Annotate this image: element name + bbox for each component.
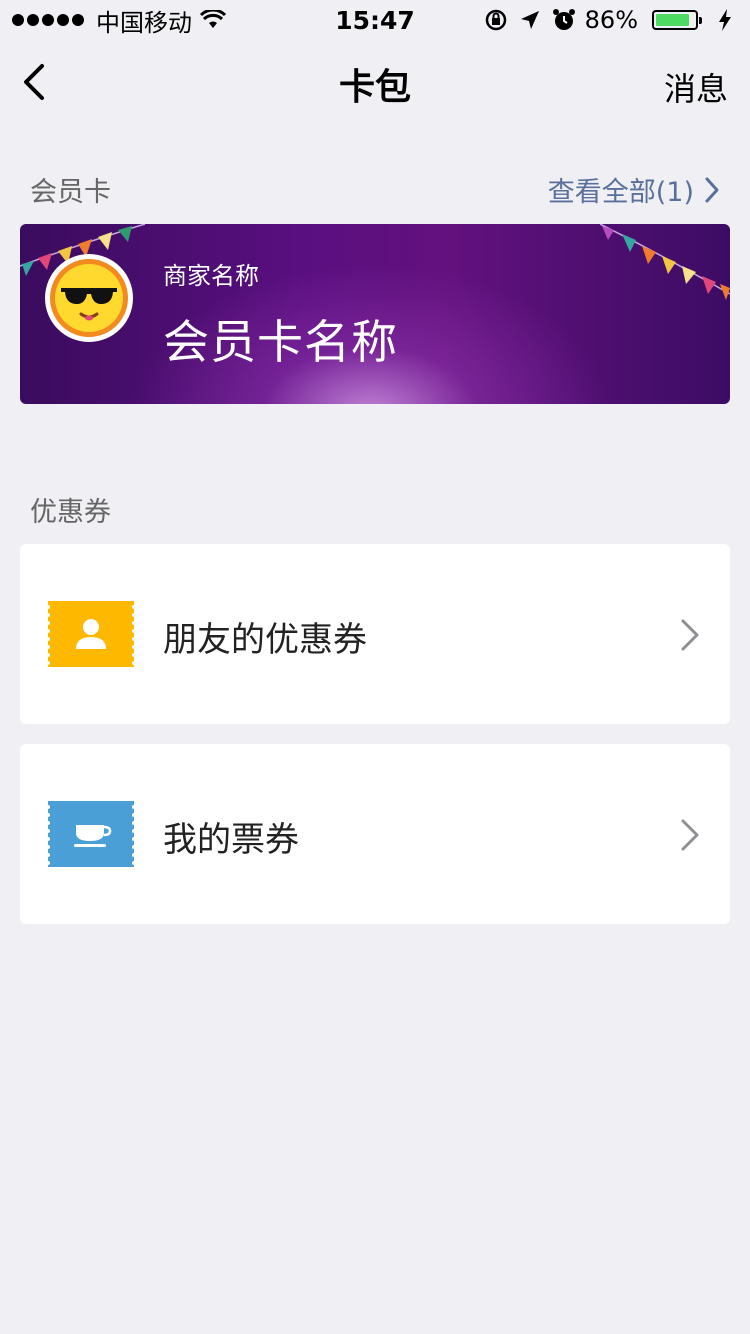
battery-level-fill xyxy=(656,14,689,26)
coupon-label: 我的票券 xyxy=(163,820,299,860)
coupon-label: 朋友的优惠券 xyxy=(163,620,367,660)
alarm-clock-icon xyxy=(551,7,577,33)
my-tickets-row[interactable]: 我的票券 xyxy=(20,744,730,924)
right-bunting-decoration xyxy=(600,224,730,300)
view-all-link[interactable]: 查看全部(1) xyxy=(548,170,720,209)
view-all-label: 查看全部(1) xyxy=(547,177,694,208)
status-bar: 中国移动 15:47 86% xyxy=(0,0,750,40)
charging-bolt-icon xyxy=(712,7,738,33)
coupon-section-header: 优惠券 xyxy=(30,490,720,529)
battery-icon xyxy=(652,10,702,30)
navigation-bar: 卡包 消息 xyxy=(0,40,750,128)
back-button[interactable] xyxy=(18,62,58,106)
signal-strength-icon xyxy=(12,14,84,26)
carrier-name: 中国移动 xyxy=(96,8,192,37)
chevron-right-icon xyxy=(681,619,699,651)
cup-ticket-icon xyxy=(48,801,134,867)
sunglasses-smiley-icon xyxy=(50,259,128,337)
section-title: 会员卡 xyxy=(30,177,111,208)
member-card-section-header: 会员卡 查看全部(1) xyxy=(30,170,720,209)
card-wallet-page: 中国移动 15:47 86% 卡包 消息 会员卡 查看全部(1) 商家名称 会员… xyxy=(0,0,750,1334)
friends-coupons-row[interactable]: 朋友的优惠券 xyxy=(20,544,730,724)
chevron-right-icon xyxy=(681,819,699,851)
rotation-lock-icon xyxy=(483,7,509,33)
page-title: 卡包 xyxy=(338,67,411,108)
chevron-right-icon xyxy=(705,177,719,202)
person-ticket-icon xyxy=(48,601,134,667)
section-title: 优惠券 xyxy=(30,497,111,528)
chevron-left-icon xyxy=(24,64,44,100)
location-arrow-icon xyxy=(517,7,543,33)
member-card[interactable]: 商家名称 会员卡名称 xyxy=(20,224,730,404)
member-card-name: 会员卡名称 xyxy=(163,315,398,369)
merchant-logo xyxy=(45,254,133,342)
merchant-name: 商家名称 xyxy=(163,262,259,290)
messages-button[interactable]: 消息 xyxy=(664,64,728,110)
battery-percent: 86% xyxy=(584,6,638,34)
wifi-icon xyxy=(200,7,226,33)
